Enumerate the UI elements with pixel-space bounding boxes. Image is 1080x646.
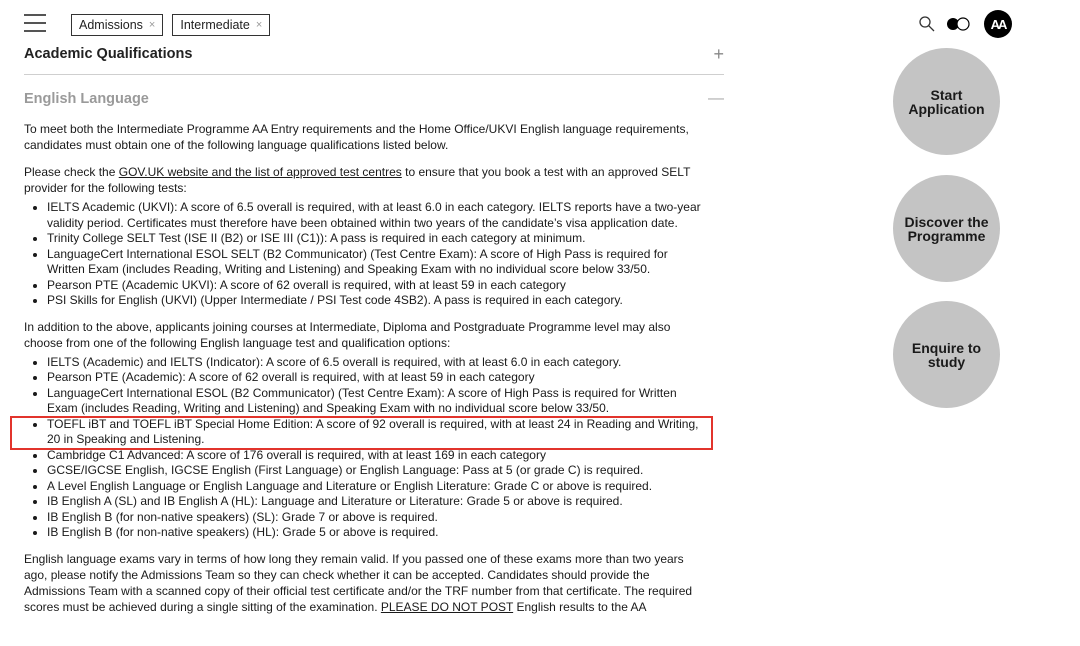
cta-label: study: [927, 353, 966, 370]
list-item: IB English B (for non-native speakers) (…: [47, 510, 702, 526]
top-icons: AA: [918, 10, 1012, 38]
start-application-button[interactable]: Start Application: [893, 48, 1000, 155]
contrast-toggle-icon[interactable]: [946, 17, 970, 31]
list-item: Trinity College SELT Test (ISE II (B2) o…: [47, 231, 702, 247]
subsection-english-language[interactable]: English Language —: [24, 89, 724, 109]
cta-label: Programme: [907, 227, 986, 244]
list-item: LanguageCert International ESOL SELT (B2…: [47, 247, 702, 278]
list-item: A Level English Language or English Lang…: [47, 479, 702, 495]
search-icon[interactable]: [918, 15, 936, 33]
list-item: Cambridge C1 Advanced: A score of 176 ov…: [47, 448, 702, 464]
intro-paragraph: To meet both the Intermediate Programme …: [24, 122, 689, 152]
validity-text-after: English results to the AA: [513, 599, 647, 614]
list-item: IB English B (for non-native speakers) (…: [47, 525, 702, 541]
list-item: IELTS (Academic) and IELTS (Indicator): …: [47, 355, 702, 371]
cta-label: Application: [908, 100, 985, 117]
check-text: Please check the: [24, 165, 119, 179]
validity-paragraph: English language exams vary in terms of …: [24, 551, 704, 615]
aa-logo[interactable]: AA: [984, 10, 1012, 38]
filter-chips: Admissions × Intermediate ×: [71, 14, 271, 36]
chip-label: Intermediate: [180, 18, 250, 32]
list-item: IELTS Academic (UKVI): A score of 6.5 ov…: [47, 200, 702, 231]
close-icon[interactable]: ×: [256, 15, 262, 35]
section-title: Academic Qualifications: [24, 46, 193, 62]
discover-programme-button[interactable]: Discover the Programme: [893, 175, 1000, 282]
chip-admissions[interactable]: Admissions ×: [71, 14, 164, 36]
check-paragraph: Please check the GOV.UK website and the …: [24, 164, 704, 196]
section-academic-qualifications[interactable]: Academic Qualifications +: [24, 40, 724, 75]
list-item: LanguageCert International ESOL (B2 Comm…: [47, 386, 702, 417]
main-content: Academic Qualifications + English Langua…: [24, 40, 724, 615]
list-item: GCSE/IGCSE English, IGCSE English (First…: [47, 463, 702, 479]
additional-tests-list: IELTS (Academic) and IELTS (Indicator): …: [24, 355, 702, 541]
close-icon[interactable]: ×: [149, 15, 155, 35]
selt-tests-list: IELTS Academic (UKVI): A score of 6.5 ov…: [24, 200, 702, 309]
enquire-button[interactable]: Enquire to study: [893, 301, 1000, 408]
collapse-icon[interactable]: —: [708, 90, 724, 108]
list-item: PSI Skills for English (UKVI) (Upper Int…: [47, 293, 702, 309]
list-item: TOEFL iBT and TOEFL iBT Special Home Edi…: [47, 417, 702, 448]
chip-intermediate[interactable]: Intermediate ×: [172, 14, 271, 36]
list-item: Pearson PTE (Academic UKVI): A score of …: [47, 278, 702, 294]
list-item: Pearson PTE (Academic): A score of 62 ov…: [47, 370, 702, 386]
list-item: IB English A (SL) and IB English A (HL):…: [47, 494, 702, 510]
gov-uk-link[interactable]: GOV.UK website and the list of approved …: [119, 165, 402, 179]
additional-intro: In addition to the above, applicants joi…: [24, 319, 671, 350]
menu-icon[interactable]: [24, 14, 46, 32]
expand-icon[interactable]: +: [713, 44, 724, 65]
chip-label: Admissions: [79, 18, 143, 32]
do-not-post-emphasis: PLEASE DO NOT POST: [380, 599, 514, 614]
subsection-title: English Language: [24, 91, 149, 107]
